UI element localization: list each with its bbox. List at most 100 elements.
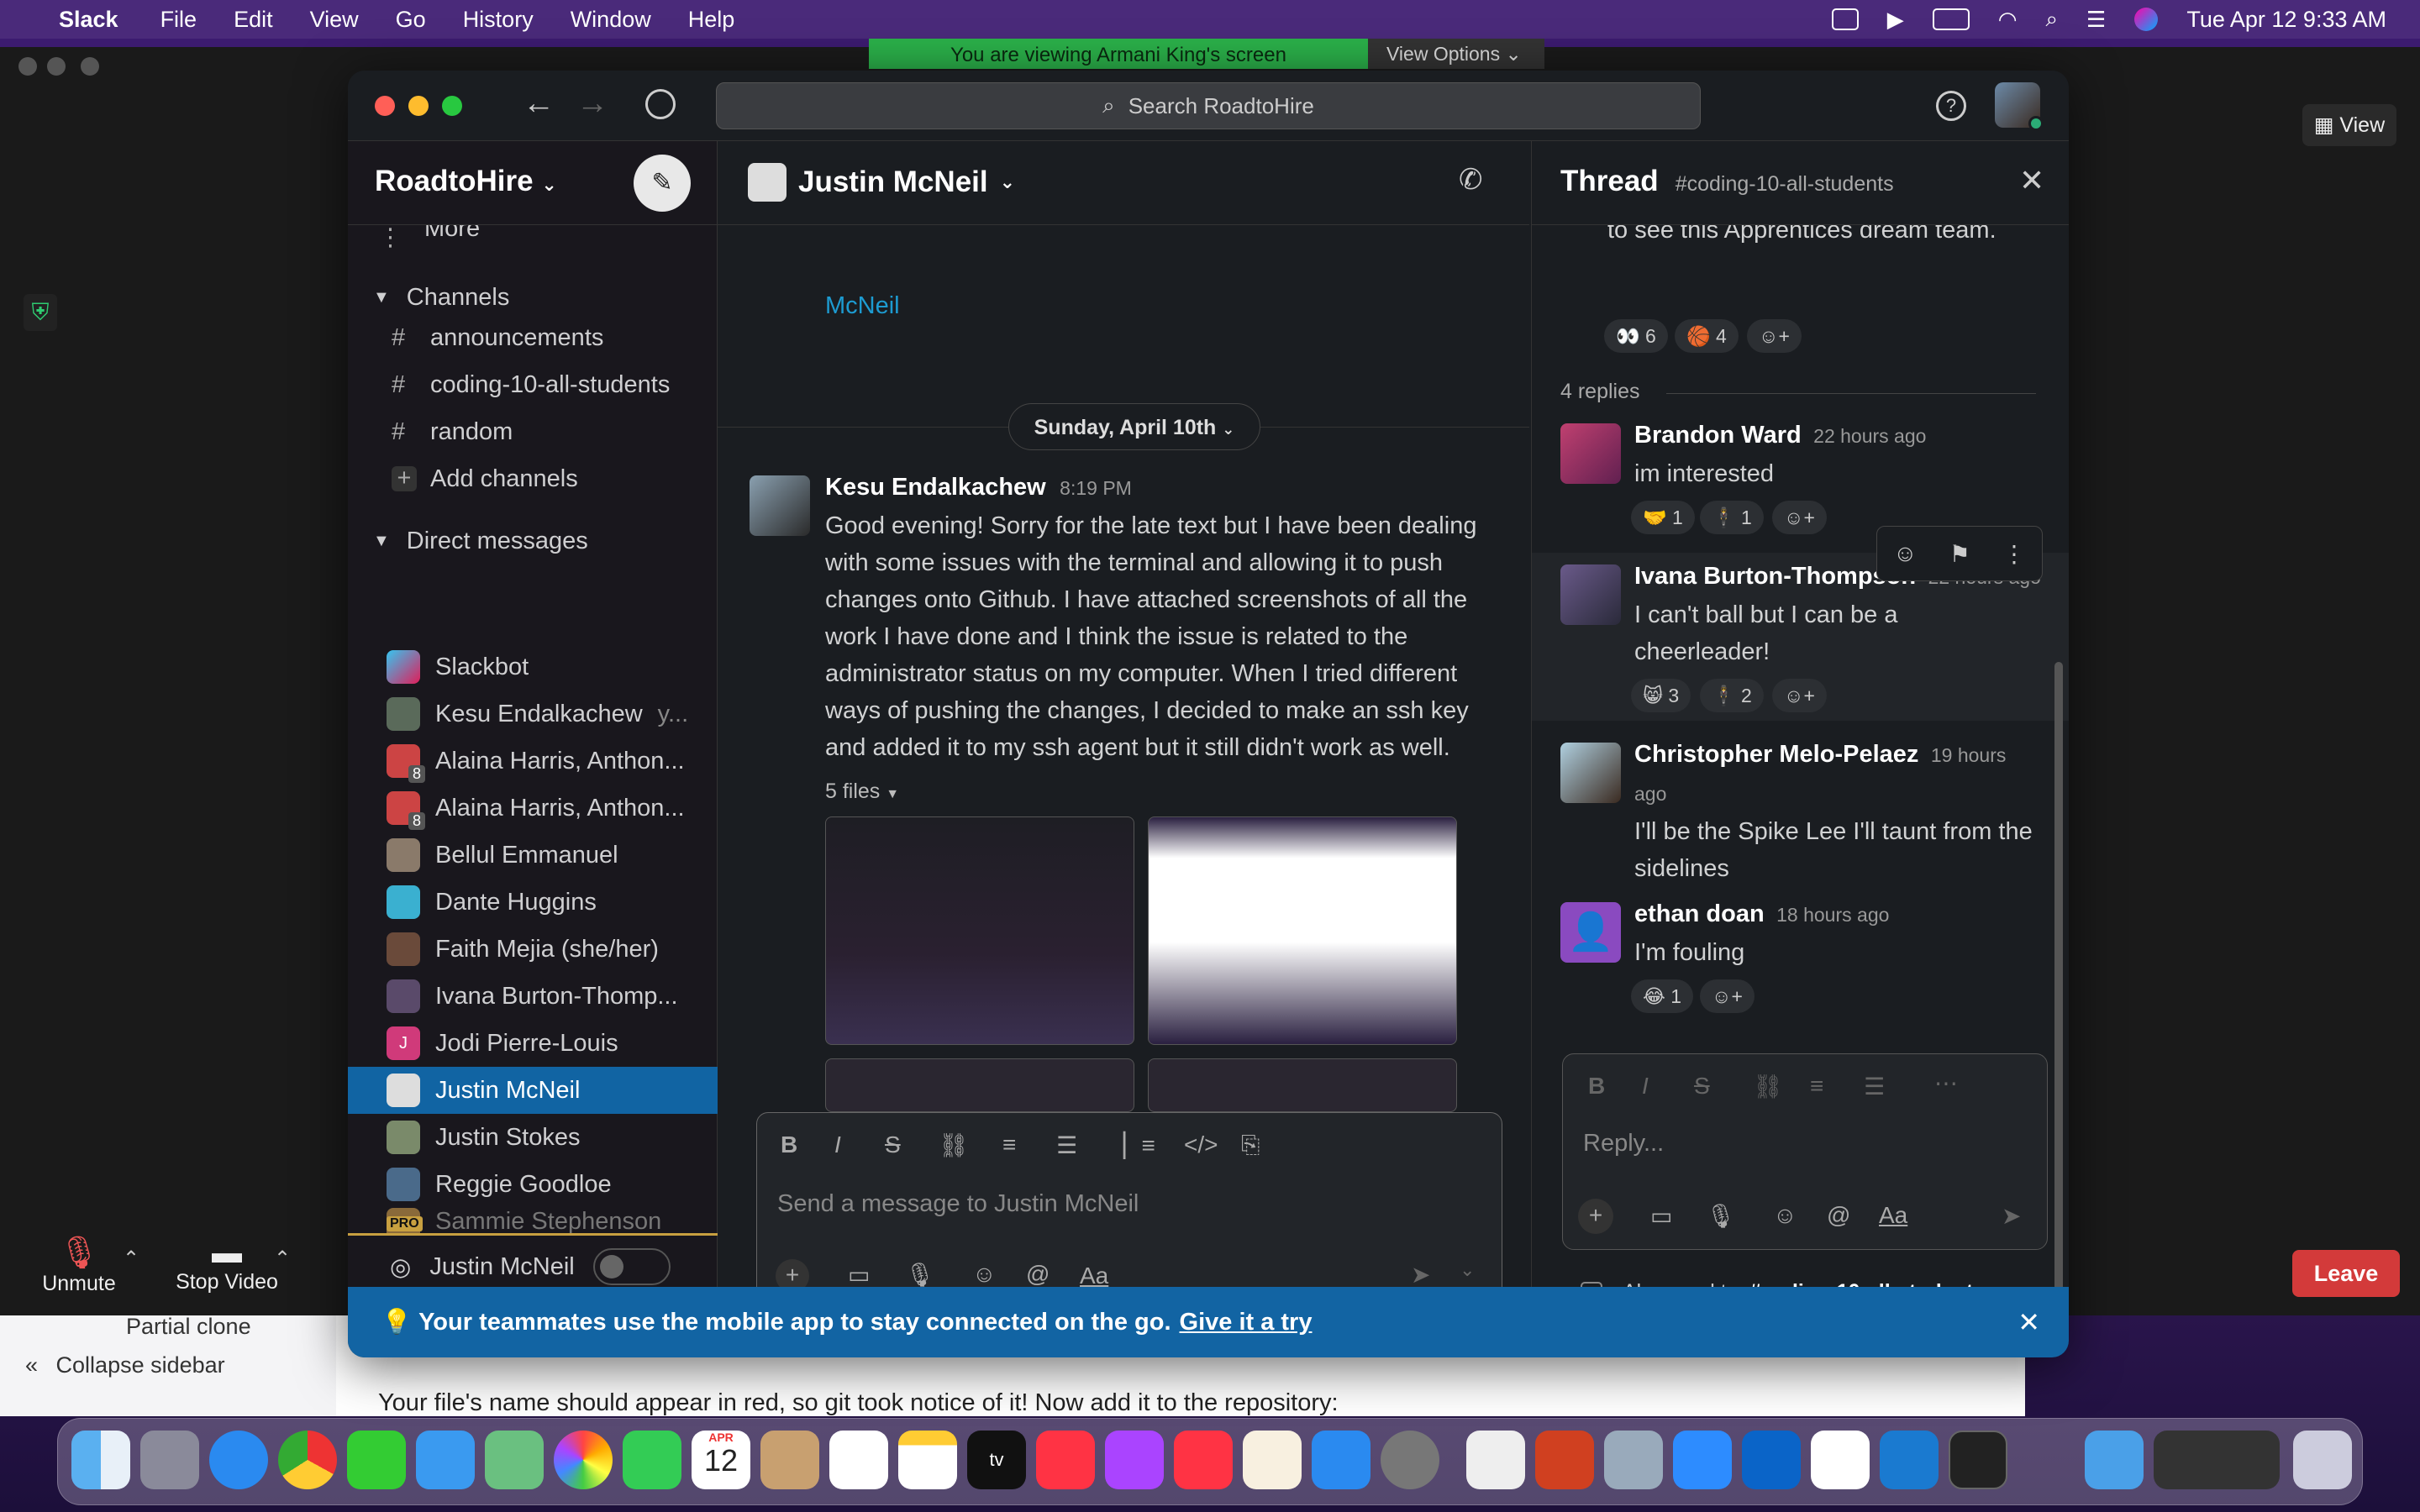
strikethrough-icon[interactable]: S <box>1694 1073 1710 1100</box>
reply-avatar[interactable]: 👤 <box>1560 902 1621 963</box>
zoom-status-icon[interactable] <box>1831 8 1859 30</box>
apple-tv-icon[interactable]: tv <box>967 1431 1026 1489</box>
italic-icon[interactable]: I <box>834 1131 841 1158</box>
reply-author[interactable]: Ivana Burton-Thompson <box>1634 563 1916 590</box>
news-icon[interactable] <box>1174 1431 1233 1489</box>
attachment-thumbnail[interactable] <box>825 816 1134 1045</box>
sidebar-dm-sammie[interactable]: PRO Sammie Stephenson <box>348 1208 718 1233</box>
sidebar-dm-dante[interactable]: Dante Huggins <box>348 879 718 926</box>
chevron-up-icon[interactable]: ⌃ <box>123 1247 139 1271</box>
reply-author[interactable]: Brandon Ward <box>1634 422 1802 449</box>
finder-icon[interactable] <box>71 1431 130 1489</box>
outlook-icon[interactable] <box>1742 1431 1801 1489</box>
sidebar-dm-reggie[interactable]: Reggie Goodloe <box>348 1161 718 1208</box>
strikethrough-icon[interactable]: S <box>885 1131 901 1158</box>
sidebar-more[interactable]: ⋮ More <box>348 225 718 249</box>
close-icon[interactable]: ✕ <box>2019 163 2044 198</box>
bold-icon[interactable]: B <box>781 1131 797 1158</box>
reply-time[interactable]: 22 hours ago <box>1813 425 1926 447</box>
mail-icon[interactable] <box>416 1431 475 1489</box>
textedit-icon[interactable] <box>1466 1431 1525 1489</box>
sidebar-dm-kesu[interactable]: Kesu Endalkachew y... <box>348 690 718 738</box>
sidebar-item-announcements[interactable]: # announcements <box>348 314 718 361</box>
reaction-person[interactable]: 🕴 1 <box>1700 501 1764 534</box>
channels-section-header[interactable]: ▼ Channels <box>373 284 509 312</box>
sidebar-dm-ivana[interactable]: Ivana Burton-Thomp... <box>348 973 718 1020</box>
link-icon[interactable]: ⛓ <box>939 1131 969 1159</box>
reaction-joy[interactable]: 😂 1 <box>1631 979 1694 1013</box>
safari-icon[interactable] <box>209 1431 268 1489</box>
add-reaction-button[interactable]: ☺+ <box>1700 979 1754 1013</box>
calendar-icon[interactable]: APR 12 <box>692 1431 750 1489</box>
reply-time[interactable]: 19 hours <box>1931 744 2007 766</box>
numbered-list-icon[interactable]: ≡ <box>1810 1073 1823 1100</box>
phone-icon[interactable]: ✆ <box>1459 163 1483 197</box>
message-time[interactable]: 8:19 PM <box>1060 477 1132 499</box>
add-channels-button[interactable]: + Add channels <box>348 455 718 502</box>
facetime-icon[interactable] <box>623 1431 681 1489</box>
reminders-icon[interactable] <box>829 1431 888 1489</box>
stop-video-button[interactable]: ▬ Stop Video <box>168 1235 286 1294</box>
thread-channel-label[interactable]: #coding-10-all-students <box>1676 172 1894 197</box>
menu-go[interactable]: Go <box>396 7 426 33</box>
messages-icon[interactable] <box>347 1431 406 1489</box>
downloads-folder-icon[interactable] <box>2085 1431 2144 1489</box>
trash-icon[interactable] <box>2293 1431 2352 1489</box>
reaction-person[interactable]: 🕴 2 <box>1700 679 1764 712</box>
shield-icon[interactable]: ⛨ <box>24 294 57 331</box>
bulleted-list-icon[interactable]: ☰ <box>1056 1131 1077 1159</box>
menubar-clock[interactable]: Tue Apr 12 9:33 AM <box>2186 7 2386 33</box>
attachment-thumbnail[interactable] <box>825 1058 1134 1112</box>
back-arrow-icon[interactable]: ← <box>523 86 555 122</box>
code-icon[interactable]: </> <box>1184 1131 1218 1158</box>
more-format-icon[interactable]: ⋯ <box>1934 1069 1958 1097</box>
photos-icon[interactable] <box>554 1431 613 1489</box>
reply-avatar[interactable] <box>1560 423 1621 484</box>
wifi-icon[interactable]: ◠ <box>1998 7 2018 33</box>
dm-section-header[interactable]: ▼ Direct messages <box>373 528 588 555</box>
contacts-icon[interactable] <box>760 1431 819 1489</box>
text-format-icon[interactable]: Aa <box>1080 1263 1108 1289</box>
powerpoint-icon[interactable] <box>1535 1431 1594 1489</box>
bold-icon[interactable]: B <box>1588 1073 1605 1100</box>
video-clip-icon[interactable]: ▭ <box>848 1261 870 1289</box>
microphone-icon[interactable]: 🎙 <box>1706 1202 1736 1230</box>
minimize-window-button[interactable] <box>408 96 429 116</box>
close-window-button[interactable] <box>375 96 395 116</box>
window-thumbnail-icon[interactable] <box>2154 1431 2280 1489</box>
numbered-list-icon[interactable]: ≡ <box>1002 1131 1016 1158</box>
slack-icon[interactable] <box>1811 1431 1870 1489</box>
reaction-handshake[interactable]: 🤝 1 <box>1631 501 1695 534</box>
pages-icon[interactable] <box>1243 1431 1302 1489</box>
close-icon[interactable]: ✕ <box>2018 1306 2040 1338</box>
maps-icon[interactable] <box>485 1431 544 1489</box>
microphone-icon[interactable]: 🎙 <box>905 1261 935 1289</box>
add-reaction-button[interactable]: ☺+ <box>1747 319 1802 353</box>
mention-icon[interactable]: @ <box>1026 1261 1050 1288</box>
link-icon[interactable]: ⛓ <box>1753 1073 1783 1100</box>
zoom-icon[interactable] <box>1673 1431 1732 1489</box>
date-divider[interactable]: Sunday, April 10th ⌄ <box>1008 403 1260 450</box>
sidebar-dm-faith[interactable]: Faith Mejia (she/her) <box>348 926 718 973</box>
user-avatar[interactable] <box>1995 82 2044 131</box>
workspace-name[interactable]: RoadtoHire ⌄ <box>375 165 557 198</box>
menu-edit[interactable]: Edit <box>234 7 273 33</box>
reaction-eyes[interactable]: 👀 6 <box>1604 319 1668 353</box>
italic-icon[interactable]: I <box>1642 1073 1649 1100</box>
menu-history[interactable]: History <box>463 7 534 33</box>
podcasts-icon[interactable] <box>1105 1431 1164 1489</box>
notes-icon[interactable] <box>898 1431 957 1489</box>
message-input[interactable]: Send a message to Justin McNeil <box>777 1190 1483 1232</box>
add-reaction-button[interactable]: ☺+ <box>1772 679 1827 712</box>
doc-partial-clone[interactable]: Partial clone <box>126 1314 251 1340</box>
view-options-button[interactable]: View Options ⌄ <box>1368 39 1544 69</box>
reply-time[interactable]: 18 hours ago <box>1776 904 1889 926</box>
menu-window[interactable]: Window <box>571 7 651 33</box>
reaction-pink[interactable]: 😸 3 <box>1631 679 1691 712</box>
reply-input[interactable]: Reply... <box>1583 1130 2020 1168</box>
blockquote-icon[interactable]: ▏≡ <box>1123 1131 1155 1159</box>
send-icon[interactable]: ➤ <box>1411 1261 1430 1289</box>
compose-button[interactable]: ✎ <box>634 155 691 212</box>
send-options-chevron-icon[interactable]: ⌄ <box>1460 1259 1475 1281</box>
sidebar-dm-slackbot[interactable]: Slackbot <box>348 643 718 690</box>
